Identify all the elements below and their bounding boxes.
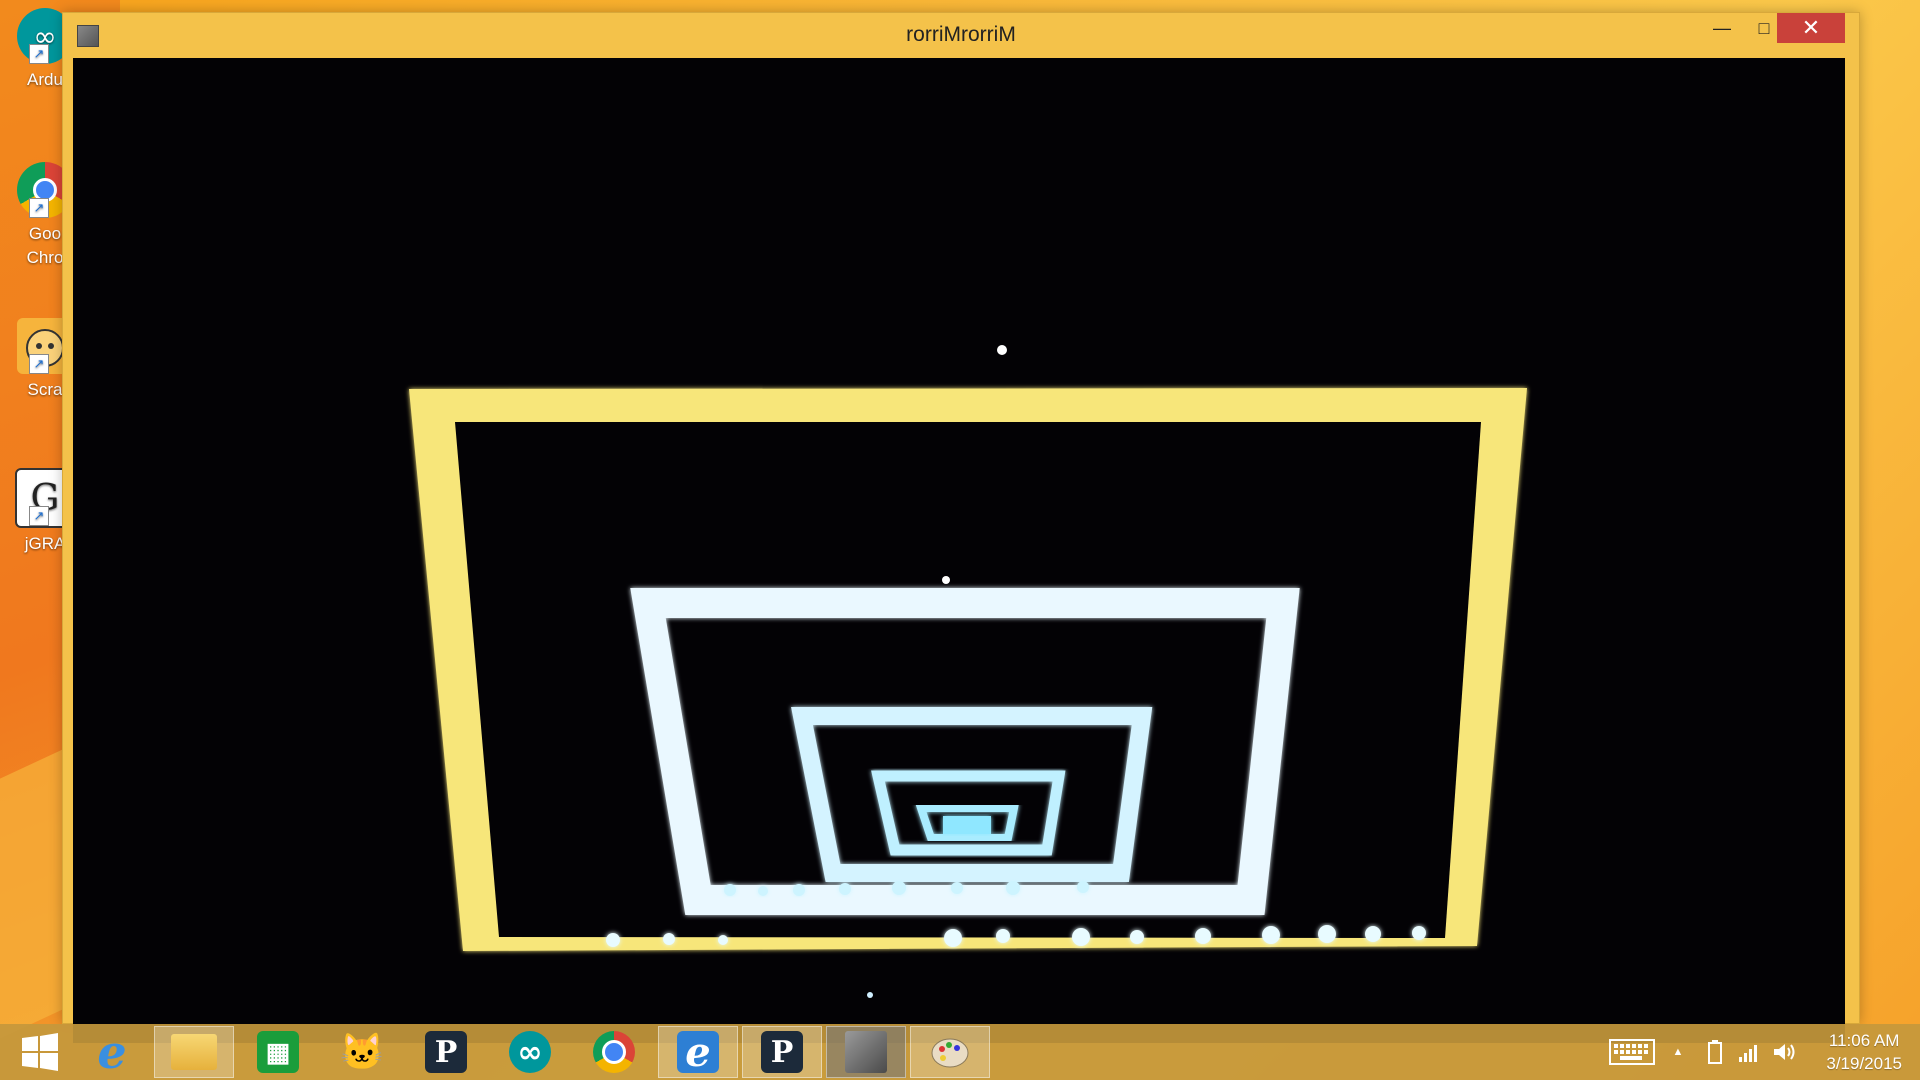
network-button[interactable] [1734, 1024, 1764, 1080]
led-dot [942, 576, 950, 584]
desktop-icon-chrome[interactable]: ↗ Goo Chro [10, 162, 70, 270]
taskbar-processing-2[interactable]: P [742, 1026, 822, 1078]
shortcut-arrow-icon: ↗ [29, 506, 49, 526]
close-button[interactable]: ✕ [1777, 13, 1845, 43]
internet-explorer-icon: e [97, 1025, 127, 1079]
folder-icon [171, 1034, 217, 1070]
volume-button[interactable] [1768, 1024, 1800, 1080]
desktop-icon-arduino[interactable]: ∞ ↗ Ardu [10, 8, 70, 92]
taskbar-internet-explorer[interactable]: e [72, 1025, 152, 1079]
app-window-icon [845, 1031, 887, 1073]
scratch-icon: 🐱 [339, 1031, 385, 1072]
keyboard-icon [1609, 1039, 1655, 1065]
shortcut-arrow-icon: ↗ [29, 44, 49, 64]
app-window: rorriMrorriM — □ ✕ [62, 12, 1860, 1043]
taskbar-file-explorer[interactable] [154, 1026, 234, 1078]
processing-icon: P [761, 1031, 803, 1073]
outer-frame-inner [455, 422, 1481, 938]
taskbar-arduino[interactable]: ∞ [490, 1026, 570, 1078]
led-dot [867, 992, 873, 998]
battery-icon [1708, 1040, 1722, 1064]
start-button[interactable] [0, 1026, 80, 1078]
taskbar-chrome[interactable] [574, 1026, 654, 1078]
chrome-icon [593, 1031, 635, 1073]
led-dot [997, 345, 1007, 355]
processing-icon: P [425, 1031, 467, 1073]
internet-explorer-icon: e [677, 1029, 719, 1076]
desktop-icon-scratch[interactable]: ↗ Scra [10, 318, 70, 402]
desktop-icon-label: Ardu [27, 70, 63, 89]
desktop-icons: ∞ ↗ Ardu ↗ Goo Chro ↗ Scra G ↗ jGRA [0, 0, 70, 1020]
desktop-icon-jgrasp[interactable]: G ↗ jGRA [10, 468, 70, 556]
taskbar-scratch[interactable]: 🐱 [322, 1026, 402, 1078]
shortcut-arrow-icon: ↗ [29, 354, 49, 374]
title-bar[interactable]: rorriMrorriM — □ ✕ [63, 13, 1859, 57]
taskbar-internet-explorer-2[interactable]: e [658, 1026, 738, 1078]
window-title: rorriMrorriM [906, 23, 1016, 46]
battery-button[interactable] [1700, 1024, 1730, 1080]
desktop-icon-label: jGRA [24, 534, 66, 553]
speaker-icon [1774, 1044, 1795, 1060]
taskbar-processing[interactable]: P [406, 1026, 486, 1078]
store-icon: ▦ [257, 1031, 299, 1073]
mirror-canvas[interactable] [73, 58, 1845, 1043]
show-hidden-icons-button[interactable]: ▲ [1666, 1024, 1690, 1080]
clock-date: 3/19/2015 [1826, 1054, 1902, 1073]
desktop-icon-label: Goo [28, 224, 62, 243]
clock-time: 11:06 AM [1828, 1031, 1900, 1050]
shortcut-arrow-icon: ↗ [29, 198, 49, 218]
touch-keyboard-button[interactable] [1606, 1024, 1658, 1080]
desktop-icon-label-line2: Chro [26, 248, 64, 267]
arduino-icon: ∞ [509, 1031, 551, 1073]
minimize-button[interactable]: — [1703, 13, 1741, 43]
taskbar-mirror-app[interactable] [826, 1026, 906, 1078]
windows-logo-icon [22, 1033, 58, 1071]
taskbar-paint[interactable] [910, 1026, 990, 1078]
desktop-icon-label: Scra [27, 380, 63, 399]
paint-palette-icon [929, 1031, 971, 1073]
system-clock[interactable]: 11:06 AM 3/19/2015 [1826, 1029, 1902, 1075]
signal-bars-icon [1739, 1045, 1757, 1062]
taskbar-store[interactable]: ▦ [238, 1026, 318, 1078]
infinity-mirror-view [409, 345, 1527, 998]
taskbar: e ▦ 🐱 P ∞ e P ▲ 11:06 AM 3/19/2015 [0, 1024, 1920, 1080]
reflection-center [943, 816, 991, 834]
